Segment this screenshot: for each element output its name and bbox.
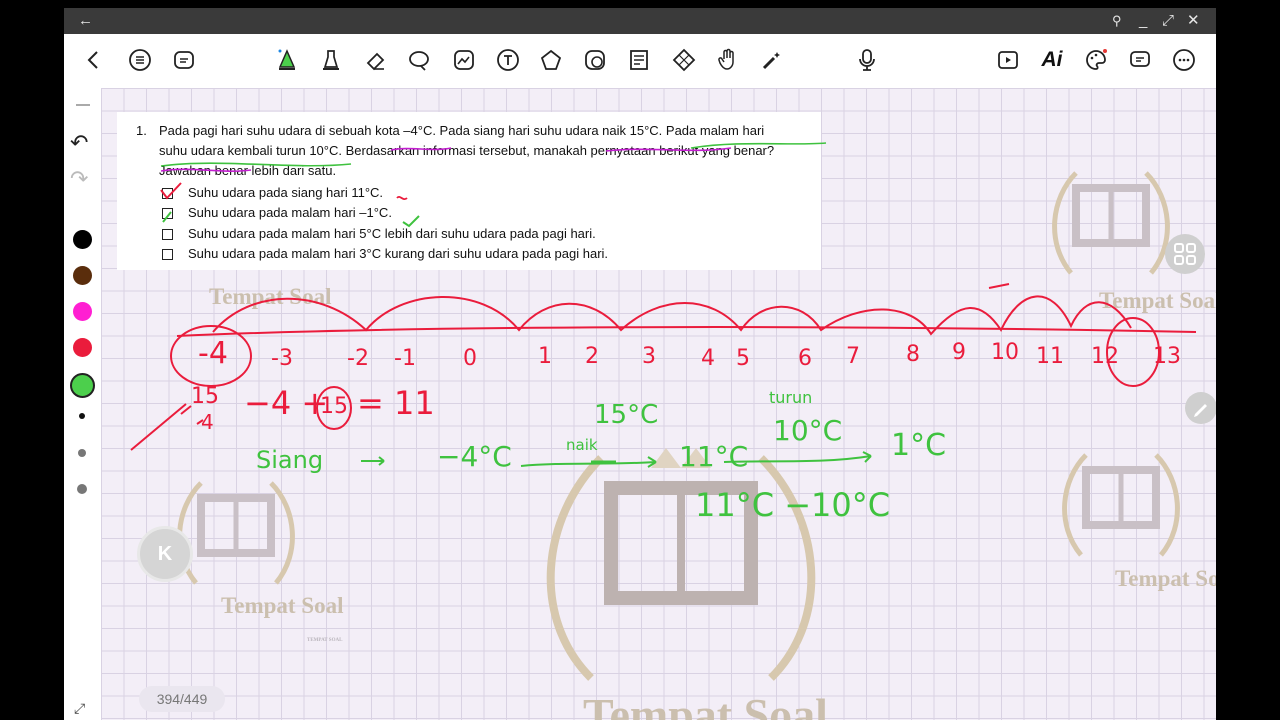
edit-pen-button[interactable] — [1185, 392, 1216, 424]
label-minus4: −4°C — [437, 440, 512, 473]
undo-icon[interactable]: ↶ — [70, 130, 88, 156]
redo-icon[interactable]: ↷ — [70, 166, 88, 192]
grid-icon[interactable] — [670, 46, 698, 74]
video-icon[interactable] — [994, 46, 1022, 74]
page-counter: 394/449 — [139, 686, 225, 712]
pages-icon[interactable] — [170, 46, 198, 74]
number-line-label: 0 — [463, 346, 477, 371]
number-line-label: 13 — [1153, 344, 1181, 369]
highlighter-icon[interactable] — [317, 46, 345, 74]
number-line-label: -4 — [198, 336, 228, 371]
equation-part-a: −4 + — [244, 384, 329, 422]
color-swatch-green-selected[interactable] — [70, 373, 95, 398]
lasso-icon[interactable] — [405, 46, 433, 74]
number-line-label: -1 — [394, 346, 416, 371]
number-line-label: 5 — [736, 346, 750, 371]
number-line-label: -3 — [271, 346, 293, 371]
note-canvas[interactable]: Tempat Soal Tempat Soal Tempat Soal Temp… — [101, 88, 1216, 720]
color-swatch-brown[interactable] — [73, 266, 92, 285]
underline-mark — [690, 142, 827, 149]
equation-part-b: = 11 — [357, 384, 435, 422]
squiggle-red — [396, 195, 408, 201]
palette-icon[interactable] — [1082, 46, 1110, 74]
number-line-label: 3 — [642, 344, 656, 369]
checkmark-red — [160, 182, 182, 200]
number-line — [176, 326, 1197, 337]
number-line-label: 1 — [538, 344, 552, 369]
chevron-left-icon[interactable] — [80, 46, 108, 74]
hand-icon[interactable] — [714, 46, 742, 74]
ai-icon[interactable]: Ai — [1038, 46, 1066, 74]
arrow-naik — [520, 456, 657, 468]
comment-icon[interactable] — [1126, 46, 1154, 74]
color-swatch-black[interactable] — [73, 230, 92, 249]
minimize-icon[interactable]: _ — [1139, 11, 1147, 31]
notes-app-window: ← ⚲ _ ⤢ ✕ Ai ↶ ↷ ⤢ Tempat Soal Tempat So… — [64, 8, 1216, 720]
sum-left-bottom: 4 — [201, 410, 214, 434]
number-line-label: 10 — [991, 340, 1019, 365]
expand-icon[interactable]: ⤢ — [1162, 11, 1174, 31]
number-line-label: 2 — [585, 344, 599, 369]
title-bar: ← ⚲ _ ⤢ ✕ — [64, 8, 1216, 34]
number-line-label: 7 — [846, 344, 860, 369]
underline-mark — [160, 168, 252, 172]
list-icon[interactable] — [126, 46, 154, 74]
pen-icon[interactable] — [273, 46, 301, 74]
number-line-label: 4 — [701, 346, 715, 371]
arrow-left-icon[interactable]: ← — [78, 11, 93, 31]
color-swatch-magenta[interactable] — [73, 302, 92, 321]
number-line-label: 12 — [1091, 344, 1119, 369]
underline-mark — [390, 147, 452, 151]
page-grid-icon — [1174, 243, 1196, 265]
number-line-label: 9 — [952, 340, 966, 365]
number-line-label: 11 — [1036, 344, 1064, 369]
equation-circled: 15 — [320, 394, 348, 419]
tool-sidebar: ↶ ↷ ⤢ — [64, 88, 101, 720]
label-naik: naik — [566, 436, 598, 454]
page-grid-button[interactable] — [1165, 234, 1205, 274]
shapes-icon[interactable] — [537, 46, 565, 74]
toolbar: Ai — [64, 34, 1216, 88]
microphone-icon[interactable] — [853, 46, 881, 74]
pin-icon[interactable]: ⚲ — [1112, 11, 1122, 31]
stroke-size-medium[interactable] — [78, 449, 86, 457]
pencil-icon — [1194, 404, 1207, 417]
floating-k-button[interactable]: K — [137, 526, 193, 582]
number-line-label: 6 — [798, 346, 812, 371]
sum-strokes — [130, 403, 204, 451]
laser-icon[interactable] — [758, 46, 786, 74]
checkmark-green — [162, 211, 420, 228]
stroke-size-large[interactable] — [77, 484, 87, 494]
more-icon[interactable] — [1170, 46, 1198, 74]
label-11: 11°C — [679, 440, 749, 473]
color-swatch-red[interactable] — [73, 338, 92, 357]
label-15: 15°C — [594, 400, 659, 430]
sticker-icon[interactable] — [581, 46, 609, 74]
tick-mark — [988, 283, 1010, 289]
outline-icon[interactable] — [625, 46, 653, 74]
eraser-icon[interactable] — [362, 46, 390, 74]
image-icon[interactable] — [450, 46, 478, 74]
stroke-size-small[interactable] — [79, 413, 85, 419]
label-10: 10°C — [773, 414, 843, 447]
close-icon[interactable]: ✕ — [1187, 11, 1200, 31]
label-siang: Siang — [256, 446, 324, 474]
number-line-label: 8 — [906, 342, 920, 367]
underline-mark — [605, 147, 732, 152]
underline-mark — [160, 162, 352, 167]
label-turun: turun — [769, 388, 813, 407]
label-1: 1°C — [891, 428, 947, 463]
text-icon[interactable] — [494, 46, 522, 74]
label-subtraction: 11°C −10°C — [695, 486, 891, 524]
collapse-handle[interactable] — [76, 104, 90, 106]
number-line-label: -2 — [347, 346, 369, 371]
expand-corner-icon[interactable]: ⤢ — [74, 700, 85, 717]
sum-left: 15 — [191, 384, 219, 409]
arrow-siang — [361, 456, 385, 466]
